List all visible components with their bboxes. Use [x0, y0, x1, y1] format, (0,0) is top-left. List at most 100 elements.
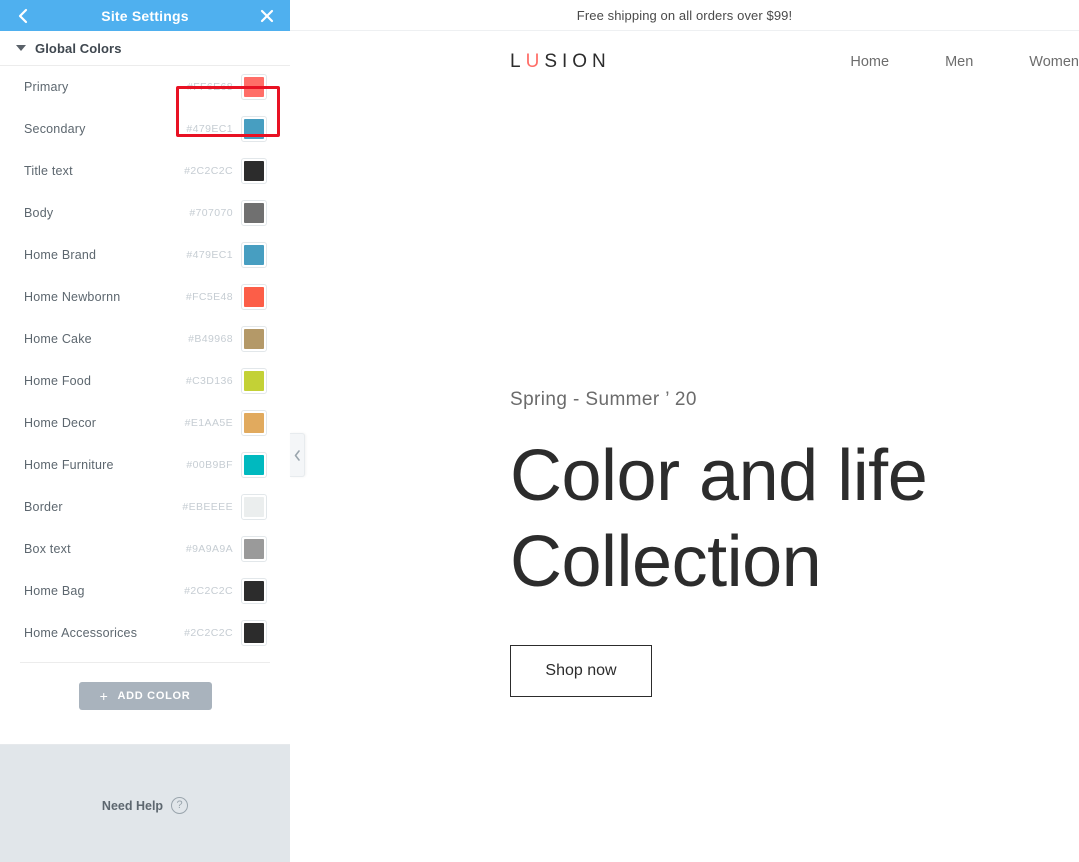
need-help-button[interactable]: Need Help ?	[101, 797, 189, 814]
color-swatch-button[interactable]	[241, 116, 267, 142]
color-row[interactable]: Body #707070	[24, 192, 272, 234]
shipping-banner-text: Free shipping on all orders over $99!	[576, 7, 793, 23]
back-button[interactable]	[12, 5, 34, 27]
color-field[interactable]: #9A9A9A	[179, 530, 272, 568]
color-swatch-button[interactable]	[241, 158, 267, 184]
panel-header: Site Settings	[0, 0, 290, 31]
color-row[interactable]: Home Brand #479EC1	[24, 234, 272, 276]
section-global-colors[interactable]: Global Colors	[0, 31, 290, 66]
color-field[interactable]: #FC5E48	[179, 278, 272, 316]
add-color-button[interactable]: + ADD COLOR	[78, 682, 212, 710]
nav-link-women[interactable]: Women	[1029, 54, 1079, 70]
site-preview: Free shipping on all orders over $99! LU…	[290, 0, 1079, 862]
color-field[interactable]: #2C2C2C	[179, 572, 272, 610]
need-help-label: Need Help	[101, 798, 164, 813]
color-hex-value: #479EC1	[186, 249, 233, 261]
color-label: Home Food	[24, 374, 92, 388]
color-field[interactable]: #00B9BF	[179, 446, 272, 484]
color-field[interactable]: #2C2C2C	[179, 614, 272, 652]
color-row[interactable]: Primary #FF6E68	[24, 66, 272, 108]
color-label: Body	[24, 206, 54, 220]
color-label: Box text	[24, 542, 71, 556]
color-label: Home Decor	[24, 416, 97, 430]
color-swatch	[244, 287, 264, 307]
color-swatch-button[interactable]	[241, 494, 267, 520]
color-swatch-button[interactable]	[241, 620, 267, 646]
shipping-banner: Free shipping on all orders over $99!	[290, 0, 1079, 31]
hero-cta-wrap: Shop now	[510, 645, 1079, 697]
color-row[interactable]: Border #EBEEEE	[24, 486, 272, 528]
color-label: Secondary	[24, 122, 86, 136]
color-row[interactable]: Box text #9A9A9A	[24, 528, 272, 570]
color-hex-value: #707070	[189, 207, 233, 219]
global-colors-list: Primary #FF6E68 Secondary #479EC1 Title …	[0, 66, 290, 654]
color-field[interactable]: #479EC1	[179, 236, 272, 274]
color-swatch-button[interactable]	[241, 326, 267, 352]
color-row[interactable]: Home Food #C3D136	[24, 360, 272, 402]
caret-down-icon	[16, 45, 26, 51]
nav-link-men[interactable]: Men	[945, 54, 973, 70]
color-field[interactable]: #FF6E68	[179, 68, 272, 106]
color-hex-value: #C3D136	[185, 375, 233, 387]
color-field[interactable]: #479EC1	[179, 110, 272, 148]
color-row[interactable]: Home Newbornn #FC5E48	[24, 276, 272, 318]
panel-footer: Need Help ?	[0, 745, 290, 862]
color-swatch	[244, 371, 264, 391]
logo-part-before: L	[510, 51, 526, 72]
settings-panel: Site Settings Global Colors Primary #FF6…	[0, 0, 290, 862]
add-color-row: + ADD COLOR	[0, 663, 290, 710]
color-swatch-button[interactable]	[241, 74, 267, 100]
color-swatch	[244, 455, 264, 475]
color-swatch-button[interactable]	[241, 410, 267, 436]
color-row[interactable]: Home Accessorices #2C2C2C	[24, 612, 272, 654]
color-swatch-button[interactable]	[241, 536, 267, 562]
color-field[interactable]: #B49968	[179, 320, 272, 358]
color-field[interactable]: #E1AA5E	[179, 404, 272, 442]
site-nav-links: Home Men Women	[850, 54, 1079, 70]
section-title: Global Colors	[35, 40, 122, 56]
color-hex-value: #FF6E68	[187, 81, 233, 93]
color-row[interactable]: Secondary #479EC1	[24, 108, 272, 150]
color-hex-value: #2C2C2C	[184, 165, 233, 177]
panel-title: Site Settings	[101, 7, 189, 24]
color-field[interactable]: #707070	[179, 194, 272, 232]
color-row[interactable]: Home Furniture #00B9BF	[24, 444, 272, 486]
color-swatch	[244, 203, 264, 223]
color-label: Home Accessorices	[24, 626, 138, 640]
question-mark-icon[interactable]: ?	[171, 797, 189, 814]
shop-now-button[interactable]: Shop now	[510, 645, 652, 697]
color-swatch-button[interactable]	[241, 368, 267, 394]
color-swatch	[244, 413, 264, 433]
color-swatch-button[interactable]	[241, 242, 267, 268]
color-swatch-button[interactable]	[241, 578, 267, 604]
nav-link-home[interactable]: Home	[850, 54, 889, 70]
site-logo[interactable]: LUSION	[510, 51, 611, 73]
color-swatch-button[interactable]	[241, 200, 267, 226]
panel-collapse-handle[interactable]	[290, 433, 305, 477]
color-field[interactable]: #2C2C2C	[179, 152, 272, 190]
plus-icon: +	[99, 688, 109, 704]
hero-subtitle: Spring - Summer ’ 20	[510, 389, 697, 410]
color-field[interactable]: #EBEEEE	[179, 488, 272, 526]
color-swatch	[244, 77, 264, 97]
color-label: Border	[24, 500, 63, 514]
color-label: Primary	[24, 80, 69, 94]
color-hex-value: #2C2C2C	[184, 585, 233, 597]
hero-title: Color and life Collection	[510, 436, 928, 602]
color-swatch-button[interactable]	[241, 452, 267, 478]
color-row[interactable]: Home Bag #2C2C2C	[24, 570, 272, 612]
color-swatch-button[interactable]	[241, 284, 267, 310]
color-hex-value: #E1AA5E	[184, 417, 233, 429]
color-hex-value: #2C2C2C	[184, 627, 233, 639]
color-row[interactable]: Home Cake #B49968	[24, 318, 272, 360]
color-row[interactable]: Home Decor #E1AA5E	[24, 402, 272, 444]
color-field[interactable]: #C3D136	[179, 362, 272, 400]
color-hex-value: #B49968	[188, 333, 233, 345]
panel-body: Global Colors Primary #FF6E68 Secondary	[0, 31, 290, 745]
color-row[interactable]: Title text #2C2C2C	[24, 150, 272, 192]
hero-section: Spring - Summer ’ 20 Color and life Coll…	[290, 93, 1079, 697]
color-swatch	[244, 161, 264, 181]
close-button[interactable]	[256, 5, 278, 27]
color-label: Home Bag	[24, 584, 85, 598]
color-label: Title text	[24, 164, 73, 178]
